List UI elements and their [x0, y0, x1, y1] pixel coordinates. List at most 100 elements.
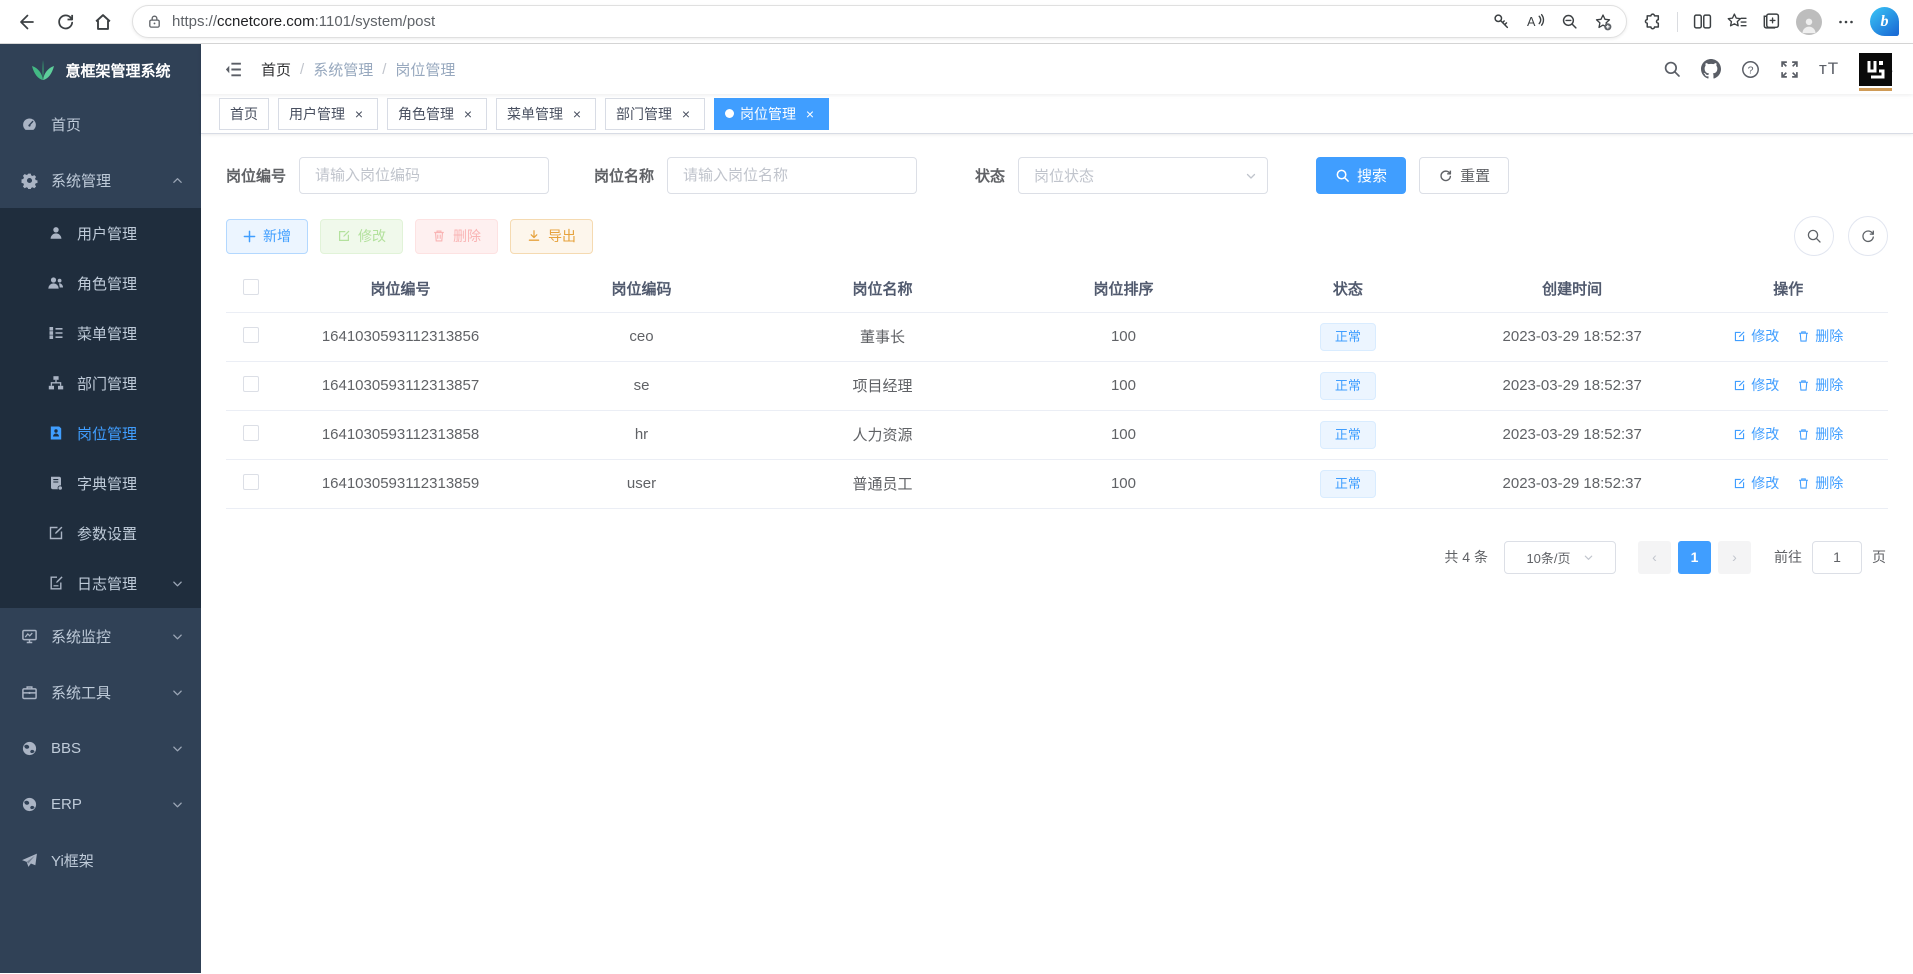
sidebar-item-post-mgmt[interactable]: 岗位管理	[0, 408, 201, 458]
tab-dept-mgmt[interactable]: 部门管理 ×	[605, 98, 705, 130]
refresh-table-button[interactable]	[1848, 216, 1888, 256]
address-bar[interactable]: https://ccnetcore.com:1101/system/post A	[132, 5, 1627, 38]
sidebar-item-user-mgmt[interactable]: 用户管理	[0, 208, 201, 258]
browser-chrome: https://ccnetcore.com:1101/system/post A…	[0, 0, 1913, 44]
reset-button[interactable]: 重置	[1419, 157, 1509, 194]
sidebar-item-system-mgmt[interactable]: 系统管理	[0, 152, 201, 208]
edit-icon	[1733, 330, 1746, 343]
export-button[interactable]: 导出	[510, 219, 593, 254]
sidebar-item-role-mgmt[interactable]: 角色管理	[0, 258, 201, 308]
sidebar-item-param-settings[interactable]: 参数设置	[0, 508, 201, 558]
chevron-up-icon	[172, 175, 183, 186]
breadcrumb-system-mgmt[interactable]: 系统管理	[313, 59, 373, 80]
zoom-out-icon[interactable]	[1561, 13, 1578, 30]
tab-role-mgmt[interactable]: 角色管理 ×	[387, 98, 487, 130]
select-all-checkbox[interactable]	[243, 279, 259, 295]
breadcrumb: 首页 / 系统管理 / 岗位管理	[261, 59, 455, 80]
collections-icon[interactable]	[1762, 12, 1781, 31]
edit-button[interactable]: 修改	[320, 219, 403, 254]
table-row: 1641030593112313859 user 普通员工 100 正常 202…	[226, 459, 1888, 508]
url-text[interactable]: https://ccnetcore.com:1101/system/post	[172, 13, 1493, 30]
add-favorite-icon[interactable]	[1594, 13, 1612, 31]
col-post-id: 岗位编号	[276, 266, 525, 312]
sidebar-item-home[interactable]: 首页	[0, 96, 201, 152]
col-status: 状态	[1240, 266, 1456, 312]
refresh-icon	[56, 12, 75, 31]
prev-page-button[interactable]: ‹	[1638, 541, 1671, 574]
header-search-button[interactable]	[1663, 60, 1681, 78]
next-page-button[interactable]: ›	[1718, 541, 1751, 574]
sidebar-item-yi-framework[interactable]: Yi框架	[0, 832, 201, 888]
tab-close-icon[interactable]: ×	[802, 106, 818, 122]
toolbar-divider	[1677, 12, 1678, 32]
read-aloud-icon[interactable]: A	[1526, 13, 1545, 30]
sidebar-item-dept-mgmt[interactable]: 部门管理	[0, 358, 201, 408]
download-icon	[527, 229, 541, 243]
split-screen-icon[interactable]	[1693, 12, 1712, 31]
post-name-input[interactable]	[667, 157, 917, 194]
breadcrumb-home[interactable]: 首页	[261, 59, 291, 80]
search-button[interactable]: 搜索	[1316, 157, 1406, 194]
tab-close-icon[interactable]: ×	[678, 106, 694, 122]
post-name-label: 岗位名称	[594, 165, 654, 186]
row-delete-link[interactable]: 删除	[1797, 326, 1843, 346]
extensions-icon[interactable]	[1643, 12, 1662, 31]
font-size-button[interactable]: тT	[1819, 59, 1839, 79]
edit-icon	[1733, 428, 1746, 441]
browser-menu-icon[interactable]	[1837, 13, 1855, 31]
row-checkbox[interactable]	[243, 327, 259, 343]
tab-menu-mgmt[interactable]: 菜单管理 ×	[496, 98, 596, 130]
row-edit-link[interactable]: 修改	[1733, 424, 1779, 444]
bing-chat-icon[interactable]: b	[1870, 7, 1899, 36]
show-search-toggle-button[interactable]	[1794, 216, 1834, 256]
menu-label: 字典管理	[77, 473, 137, 494]
tab-user-mgmt[interactable]: 用户管理 ×	[278, 98, 378, 130]
status-select[interactable]: 岗位状态	[1018, 157, 1268, 194]
tab-close-icon[interactable]: ×	[569, 106, 585, 122]
cell-post-code: user	[525, 459, 758, 508]
tab-close-icon[interactable]: ×	[351, 106, 367, 122]
user-avatar[interactable]	[1859, 53, 1892, 86]
sidebar-item-system-tools[interactable]: 系统工具	[0, 664, 201, 720]
help-button[interactable]: ?	[1741, 60, 1760, 79]
sidebar-item-system-monitor[interactable]: 系统监控	[0, 608, 201, 664]
row-delete-link[interactable]: 删除	[1797, 473, 1843, 493]
password-key-icon[interactable]	[1493, 13, 1510, 30]
sidebar-item-erp[interactable]: ERP	[0, 776, 201, 832]
status-badge: 正常	[1320, 470, 1376, 498]
sidebar-item-menu-mgmt[interactable]: 菜单管理	[0, 308, 201, 358]
sidebar-item-dict-mgmt[interactable]: 字典管理	[0, 458, 201, 508]
row-delete-link[interactable]: 删除	[1797, 424, 1843, 444]
browser-profile-avatar[interactable]	[1796, 9, 1822, 35]
favorites-icon[interactable]	[1727, 12, 1747, 31]
fullscreen-button[interactable]	[1780, 60, 1799, 79]
browser-back-button[interactable]	[10, 5, 44, 39]
browser-refresh-button[interactable]	[48, 5, 82, 39]
github-link-button[interactable]	[1701, 59, 1721, 79]
sidebar-item-bbs[interactable]: BBS	[0, 720, 201, 776]
row-edit-link[interactable]: 修改	[1733, 375, 1779, 395]
row-checkbox[interactable]	[243, 425, 259, 441]
row-edit-link[interactable]: 修改	[1733, 326, 1779, 346]
sidebar-collapse-button[interactable]	[215, 51, 251, 87]
row-checkbox[interactable]	[243, 376, 259, 392]
tab-home[interactable]: 首页	[219, 98, 269, 130]
sidebar-item-log-mgmt[interactable]: 日志管理	[0, 558, 201, 608]
active-tab-dot	[725, 109, 734, 118]
delete-button[interactable]: 删除	[415, 219, 498, 254]
tab-label: 角色管理	[398, 104, 454, 124]
add-button[interactable]: 新增	[226, 219, 308, 254]
browser-home-button[interactable]	[86, 5, 120, 39]
page-1-button[interactable]: 1	[1678, 541, 1711, 574]
goto-page-input[interactable]	[1812, 541, 1862, 574]
tab-close-icon[interactable]: ×	[460, 106, 476, 122]
post-code-input[interactable]	[299, 157, 549, 194]
menu-label: 部门管理	[77, 373, 137, 394]
tab-label: 部门管理	[616, 104, 672, 124]
row-checkbox[interactable]	[243, 474, 259, 490]
app-logo[interactable]: 意框架管理系统	[0, 44, 201, 96]
row-edit-link[interactable]: 修改	[1733, 473, 1779, 493]
page-size-select[interactable]: 10条/页	[1504, 541, 1616, 574]
row-delete-link[interactable]: 删除	[1797, 375, 1843, 395]
tab-post-mgmt[interactable]: 岗位管理 ×	[714, 98, 829, 130]
